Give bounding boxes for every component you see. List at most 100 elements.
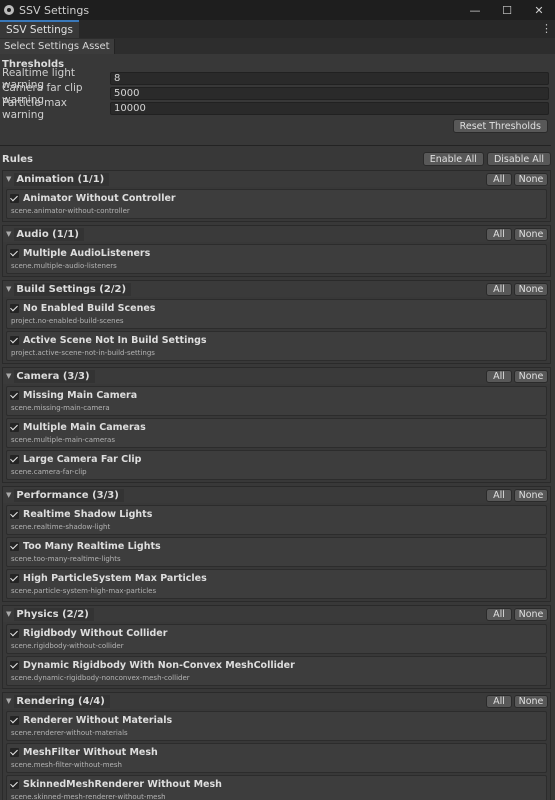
rule-checkbox[interactable] — [10, 336, 19, 345]
group-header: ▼ Audio (1/1) All None — [3, 226, 550, 242]
rule-name: Animator Without Controller — [23, 193, 176, 204]
rule-item: Rigidbody Without Collider scene.rigidbod… — [6, 624, 547, 654]
reset-thresholds-button[interactable]: Reset Thresholds — [452, 119, 548, 133]
triangle-down-icon[interactable]: ▼ — [6, 285, 11, 293]
group-all-button[interactable]: All — [486, 488, 512, 502]
group-title: Camera (3/3) — [14, 369, 95, 383]
group-none-button[interactable]: None — [514, 227, 548, 241]
group-title: Performance (3/3) — [14, 488, 124, 502]
rule-checkbox[interactable] — [10, 629, 19, 638]
rule-checkbox[interactable] — [10, 304, 19, 313]
maximize-button[interactable]: ☐ — [491, 4, 523, 17]
rule-groups: ▼ Animation (1/1) All None Animator Without … — [0, 170, 551, 800]
rule-name: SkinnedMeshRenderer Without Mesh — [23, 779, 222, 790]
threshold-input[interactable]: 5000 — [110, 87, 549, 100]
rules-header: Rules Enable All Disable All — [0, 151, 551, 167]
minimize-button[interactable]: — — [459, 4, 491, 17]
rule-name: MeshFilter Without Mesh — [23, 747, 158, 758]
rule-id: scene.mesh-filter-without-mesh — [11, 761, 122, 769]
select-settings-asset-button[interactable]: Select Settings Asset — [0, 38, 115, 54]
triangle-down-icon[interactable]: ▼ — [6, 491, 11, 499]
threshold-row: Particle max warning 10000 — [0, 97, 551, 121]
group-none-button[interactable]: None — [514, 488, 548, 502]
rule-item: High ParticleSystem Max Particles scene.p… — [6, 569, 547, 599]
rule-checkbox[interactable] — [10, 194, 19, 203]
group-all-button[interactable]: All — [486, 227, 512, 241]
group-title: Build Settings (2/2) — [14, 282, 132, 296]
rule-group: ▼ Rendering (4/4) All None Renderer Without … — [2, 692, 551, 800]
rule-checkbox[interactable] — [10, 661, 19, 670]
group-foldout[interactable]: ▼ Build Settings (2/2) — [3, 282, 486, 296]
rule-name: Multiple Main Cameras — [23, 422, 146, 433]
group-none-button[interactable]: None — [514, 694, 548, 708]
rule-checkbox[interactable] — [10, 423, 19, 432]
rule-group: ▼ Build Settings (2/2) All None No Enabled B… — [2, 280, 551, 364]
rule-id: scene.multiple-audio-listeners — [11, 262, 117, 270]
rule-item: Dynamic Rigidbody With Non-Convex MeshCo… — [6, 656, 547, 686]
rule-checkbox[interactable] — [10, 455, 19, 464]
rule-group: ▼ Camera (3/3) All None Missing Main Camera s… — [2, 367, 551, 483]
disable-all-button[interactable]: Disable All — [486, 152, 551, 166]
rule-id: scene.multiple-main-cameras — [11, 436, 115, 444]
app-icon — [4, 5, 14, 15]
window-titlebar: SSV Settings — ☐ ✕ — [0, 0, 555, 20]
rule-name: Multiple AudioListeners — [23, 248, 151, 259]
tab-bar: SSV Settings ⋮ — [0, 20, 555, 38]
rule-id: scene.too-many-realtime-lights — [11, 555, 121, 563]
enable-all-button[interactable]: Enable All — [422, 152, 484, 166]
rule-name: No Enabled Build Scenes — [23, 303, 156, 314]
triangle-down-icon[interactable]: ▼ — [6, 230, 11, 238]
group-title: Physics (2/2) — [14, 607, 94, 621]
group-all-button[interactable]: All — [486, 694, 512, 708]
rule-checkbox[interactable] — [10, 249, 19, 258]
rule-name: Active Scene Not In Build Settings — [23, 335, 207, 346]
rule-checkbox[interactable] — [10, 574, 19, 583]
triangle-down-icon[interactable]: ▼ — [6, 610, 11, 618]
group-title: Audio (1/1) — [14, 227, 84, 241]
rule-item: Missing Main Camera scene.missing-main-ca… — [6, 386, 547, 416]
divider — [0, 145, 551, 146]
group-all-button[interactable]: All — [486, 369, 512, 383]
close-button[interactable]: ✕ — [523, 4, 555, 17]
rule-checkbox[interactable] — [10, 510, 19, 519]
more-vertical-icon[interactable]: ⋮ — [541, 22, 552, 35]
rule-item: Realtime Shadow Lights scene.realtime-sha… — [6, 505, 547, 535]
tab-ssv-settings[interactable]: SSV Settings — [0, 20, 79, 38]
group-header: ▼ Build Settings (2/2) All None — [3, 281, 550, 297]
rule-name: Dynamic Rigidbody With Non-Convex MeshCo… — [23, 660, 295, 671]
rule-checkbox[interactable] — [10, 542, 19, 551]
triangle-down-icon[interactable]: ▼ — [6, 175, 11, 183]
group-title: Rendering (4/4) — [14, 694, 110, 708]
group-foldout[interactable]: ▼ Performance (3/3) — [3, 488, 486, 502]
triangle-down-icon[interactable]: ▼ — [6, 697, 11, 705]
rule-item: Multiple Main Cameras scene.multiple-main… — [6, 418, 547, 448]
group-none-button[interactable]: None — [514, 369, 548, 383]
group-none-button[interactable]: None — [514, 282, 548, 296]
rule-item: Large Camera Far Clip scene.camera-far-cl… — [6, 450, 547, 480]
group-all-button[interactable]: All — [486, 607, 512, 621]
rule-id: scene.renderer-without-materials — [11, 729, 128, 737]
rule-item: Renderer Without Materials scene.renderer… — [6, 711, 547, 741]
triangle-down-icon[interactable]: ▼ — [6, 372, 11, 380]
rule-checkbox[interactable] — [10, 748, 19, 757]
group-none-button[interactable]: None — [514, 607, 548, 621]
rule-id: scene.particle-system-high-max-particles — [11, 587, 157, 595]
threshold-input[interactable]: 8 — [110, 72, 549, 85]
group-foldout[interactable]: ▼ Rendering (4/4) — [3, 694, 486, 708]
group-foldout[interactable]: ▼ Camera (3/3) — [3, 369, 486, 383]
rule-item: Multiple AudioListeners scene.multiple-au… — [6, 244, 547, 274]
group-foldout[interactable]: ▼ Audio (1/1) — [3, 227, 486, 241]
rules-title: Rules — [2, 153, 33, 165]
threshold-input[interactable]: 10000 — [110, 102, 549, 115]
rule-checkbox[interactable] — [10, 391, 19, 400]
group-all-button[interactable]: All — [486, 172, 512, 186]
group-header: ▼ Camera (3/3) All None — [3, 368, 550, 384]
group-foldout[interactable]: ▼ Physics (2/2) — [3, 607, 486, 621]
rule-id: scene.skinned-mesh-renderer-without-mesh — [11, 793, 166, 800]
settings-content: Thresholds Realtime light warning 8 Camera… — [0, 54, 555, 800]
rule-checkbox[interactable] — [10, 780, 19, 789]
group-all-button[interactable]: All — [486, 282, 512, 296]
group-foldout[interactable]: ▼ Animation (1/1) — [3, 172, 486, 186]
group-none-button[interactable]: None — [514, 172, 548, 186]
rule-checkbox[interactable] — [10, 716, 19, 725]
